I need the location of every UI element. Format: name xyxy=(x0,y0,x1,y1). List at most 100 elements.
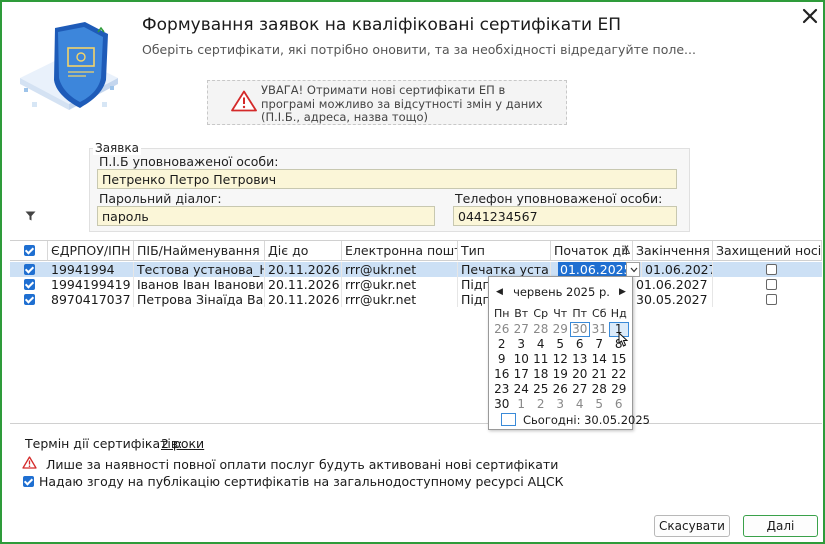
today-marker[interactable] xyxy=(501,413,516,426)
column-header-name[interactable]: ПІБ/Найменування xyxy=(134,241,265,261)
calendar-day[interactable]: 5 xyxy=(590,397,610,412)
calendar-day[interactable]: 11 xyxy=(531,352,551,367)
calendar-day[interactable]: 13 xyxy=(570,352,590,367)
calendar-day[interactable]: 25 xyxy=(531,382,551,397)
secure-media-checkbox[interactable] xyxy=(766,264,777,275)
weekday-label: Нд xyxy=(610,307,627,320)
password-label: Парольний діалог: xyxy=(99,191,222,206)
calendar-day[interactable]: 14 xyxy=(590,352,610,367)
cell-name: Тестова установа_НР xyxy=(134,262,265,277)
calendar-day[interactable]: 5 xyxy=(551,337,571,352)
warning-box: УВАГА! Отримати нові сертифікати ЕП в пр… xyxy=(207,80,567,125)
calendar-day[interactable]: 6 xyxy=(570,337,590,352)
cell-name: Іванов Іван Іванович xyxy=(134,277,265,292)
table-row[interactable]: 1994199419 Іванов Іван Іванович 20.11.20… xyxy=(10,277,822,292)
password-field[interactable] xyxy=(97,206,435,226)
cell-code: 1994199419 xyxy=(48,277,134,292)
person-field[interactable] xyxy=(97,169,677,189)
calendar-day[interactable]: 18 xyxy=(531,367,551,382)
start-date-editor[interactable]: 01.06.2025 xyxy=(558,262,632,277)
cell-valid-to: 20.11.2026 xyxy=(265,262,342,277)
cell-end: 30.05.2027 xyxy=(633,292,713,307)
calendar-day[interactable]: 10 xyxy=(512,352,532,367)
weekday-label: Пт xyxy=(572,307,588,320)
consent-label[interactable]: Надаю згоду на публікацію сертифікатів н… xyxy=(39,474,564,489)
calendar-day[interactable]: 17 xyxy=(512,367,532,382)
calendar-day[interactable]: 23 xyxy=(492,382,512,397)
cell-type: Печатка уста... xyxy=(458,262,551,277)
column-header-secure-media[interactable]: Захищений носій xyxy=(713,241,822,261)
certificate-request-dialog: Формування заявок на кваліфіковані серти… xyxy=(0,0,825,544)
calendar-day[interactable]: 29 xyxy=(551,322,571,337)
column-header-start-label: Початок дії xyxy=(554,243,629,258)
mouse-pointer-icon xyxy=(618,332,629,347)
table-row[interactable]: 8970417037 Петрова Зінаїда Вас... 20.11.… xyxy=(10,292,822,307)
phone-label: Телефон уповноваженої особи: xyxy=(455,191,663,206)
calendar-day[interactable]: 19 xyxy=(551,367,571,382)
cell-end: 01.06.2027 xyxy=(641,262,713,277)
weekday-label: Вт xyxy=(514,307,529,320)
calendar-day[interactable]: 28 xyxy=(531,322,551,337)
calendar-day[interactable]: 26 xyxy=(551,382,571,397)
calendar-day[interactable]: 4 xyxy=(531,337,551,352)
cell-email: rrr@ukr.net xyxy=(342,277,458,292)
calendar-day[interactable]: 20 xyxy=(570,367,590,382)
row-checkbox[interactable] xyxy=(24,294,35,305)
certificates-table: ЄДРПОУ/ІПН ПІБ/Найменування Діє до Елект… xyxy=(10,240,822,424)
person-label: П.І.Б уповноваженої особи: xyxy=(99,154,279,169)
term-link[interactable]: 2 роки xyxy=(161,436,204,451)
cancel-button[interactable]: Скасувати xyxy=(654,515,730,537)
column-header-start[interactable]: Початок дії xyxy=(551,241,633,261)
calendar-day[interactable]: 9 xyxy=(492,352,512,367)
calendar-day[interactable]: 27 xyxy=(570,382,590,397)
secure-media-checkbox[interactable] xyxy=(766,279,777,290)
filter-icon[interactable] xyxy=(25,211,36,221)
today-link[interactable]: Сьогодні: 30.05.2025 xyxy=(523,413,650,427)
calendar-day[interactable]: 27 xyxy=(512,322,532,337)
column-header-end[interactable]: Закінчення дії xyxy=(633,241,713,261)
dialog-title: Формування заявок на кваліфіковані серти… xyxy=(142,15,621,35)
calendar-day[interactable]: 3 xyxy=(551,397,571,412)
column-header-code[interactable]: ЄДРПОУ/ІПН xyxy=(48,241,134,261)
next-button[interactable]: Далі xyxy=(743,515,818,537)
row-checkbox[interactable] xyxy=(24,264,35,275)
calendar-day[interactable]: 26 xyxy=(492,322,512,337)
consent-checkbox[interactable] xyxy=(23,476,34,487)
select-all-checkbox[interactable] xyxy=(24,245,35,256)
calendar-day[interactable]: 29 xyxy=(609,382,629,397)
calendar-day[interactable]: 30 xyxy=(570,322,590,337)
calendar-day[interactable]: 21 xyxy=(590,367,610,382)
column-header-valid-to[interactable]: Діє до xyxy=(265,241,342,261)
column-header-type[interactable]: Тип xyxy=(458,241,551,261)
calendar-day[interactable]: 15 xyxy=(609,352,629,367)
request-group-label: Заявка xyxy=(93,141,141,155)
calendar-day[interactable]: 28 xyxy=(590,382,610,397)
calendar-day[interactable]: 31 xyxy=(590,322,610,337)
term-label: Термін дії сертифікатів: xyxy=(25,436,183,451)
phone-field[interactable] xyxy=(453,206,677,226)
cell-code: 19941994 xyxy=(48,262,134,277)
row-checkbox[interactable] xyxy=(24,279,35,290)
calendar-day[interactable]: 6 xyxy=(609,397,629,412)
table-row[interactable]: 19941994 Тестова установа_НР 20.11.2026 … xyxy=(10,262,822,277)
weekday-label: Чт xyxy=(553,307,568,320)
cell-code: 8970417037 xyxy=(48,292,134,307)
calendar-day[interactable]: 30 xyxy=(492,397,512,412)
column-header-email[interactable]: Електронна пошта xyxy=(342,241,458,261)
close-icon[interactable] xyxy=(799,5,821,27)
next-month-icon[interactable]: ▶ xyxy=(619,287,626,297)
payment-note: Лише за наявності повної оплати послуг б… xyxy=(46,457,559,472)
secure-media-checkbox[interactable] xyxy=(766,294,777,305)
calendar-day[interactable]: 22 xyxy=(609,367,629,382)
calendar-day[interactable]: 2 xyxy=(531,397,551,412)
calendar-day[interactable]: 12 xyxy=(551,352,571,367)
calendar-day[interactable]: 3 xyxy=(512,337,532,352)
calendar-day[interactable]: 4 xyxy=(570,397,590,412)
calendar-month-label: червень 2025 р. xyxy=(513,285,610,299)
date-dropdown-button[interactable] xyxy=(626,262,640,277)
calendar-day[interactable]: 1 xyxy=(512,397,532,412)
calendar-day[interactable]: 24 xyxy=(512,382,532,397)
calendar-day[interactable]: 2 xyxy=(492,337,512,352)
calendar-day[interactable]: 16 xyxy=(492,367,512,382)
calendar-day[interactable]: 7 xyxy=(590,337,610,352)
